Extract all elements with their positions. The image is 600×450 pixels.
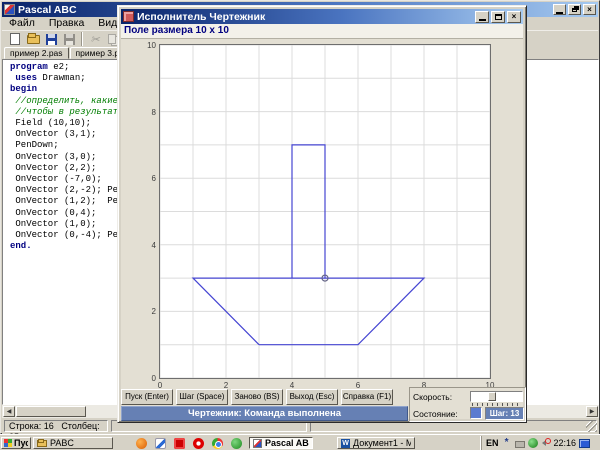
minimize-button[interactable]: [553, 4, 566, 15]
pabc-folder-label: PABC: [50, 438, 74, 448]
speed-state-group: Скорость: Состояние: Шаг: 13: [409, 387, 526, 422]
opera-icon[interactable]: [193, 438, 204, 449]
drawer-maximize-button[interactable]: [491, 11, 505, 23]
volume-muted-icon[interactable]: [541, 438, 551, 448]
y-tick-label: 6: [130, 174, 156, 183]
field-caption: Поле размера 10 x 10: [121, 24, 523, 39]
pascal-abc-icon: [4, 4, 15, 15]
folder-icon: [37, 440, 47, 447]
state-color-box: [470, 407, 482, 419]
chrome-icon[interactable]: [212, 438, 223, 449]
toolbar-separator: [81, 32, 83, 46]
speed-label: Скорость:: [413, 392, 452, 402]
system-tray: EN * 22:16: [481, 436, 600, 450]
state-label: Состояние:: [413, 409, 458, 419]
run-button[interactable]: Пуск (Enter): [121, 389, 173, 405]
close-button[interactable]: ×: [583, 4, 596, 15]
help-button[interactable]: Справка (F1): [341, 389, 393, 405]
y-tick-label: 4: [130, 241, 156, 250]
task-pascal-abc[interactable]: Pascal ABC: [249, 437, 313, 449]
restore-button[interactable]: [568, 4, 581, 15]
y-tick-label: 8: [130, 108, 156, 117]
slider-thumb[interactable]: [488, 392, 496, 401]
plot-area: [159, 44, 491, 379]
drawer-window: Исполнитель Чертежник × Поле размера 10 …: [117, 5, 527, 423]
new-file-icon[interactable]: [6, 31, 24, 47]
task-word-document[interactable]: W Документ1 - Microsoft ...: [337, 437, 415, 449]
drawer-minimize-button[interactable]: [475, 11, 489, 23]
start-label: Пуск: [14, 438, 28, 448]
resize-grip[interactable]: [586, 421, 597, 432]
main-window-title: Pascal ABC: [18, 4, 77, 16]
menu-file[interactable]: Файл: [2, 17, 42, 30]
clock: 22:16: [554, 438, 577, 448]
y-tick-label: 0: [130, 374, 156, 383]
start-button[interactable]: Пуск: [1, 437, 31, 449]
slider-ticks: [472, 403, 521, 406]
menu-edit[interactable]: Правка: [42, 17, 91, 30]
windows-flag-icon: [4, 439, 12, 447]
step-counter: Шаг: 13: [485, 407, 524, 420]
pascal-abc-icon: [253, 439, 262, 448]
speed-slider[interactable]: [470, 391, 523, 402]
network-icon[interactable]: [579, 439, 590, 448]
taskbar: Пуск PABC Pascal ABC W Документ1 - Micro…: [0, 434, 600, 450]
status-position-panel: Строка: 16 Столбец: 25: [4, 420, 108, 432]
task-word-label: Документ1 - Microsoft ...: [353, 438, 411, 448]
green-dot-icon[interactable]: [528, 438, 538, 448]
step-button[interactable]: Шаг (Space): [176, 389, 228, 405]
save-icon[interactable]: [42, 31, 60, 47]
drawer-window-title: Исполнитель Чертежник: [137, 11, 265, 23]
language-indicator[interactable]: EN: [486, 438, 499, 448]
open-folder-icon[interactable]: [24, 31, 42, 47]
drawer-status-message: Чертежник: Команда выполнена: [121, 406, 408, 421]
asterisk-icon[interactable]: *: [502, 438, 512, 448]
word-icon: W: [341, 439, 350, 448]
notes-icon[interactable]: [155, 438, 166, 449]
task-pascal-abc-label: Pascal ABC: [265, 438, 309, 448]
exit-button[interactable]: Выход (Esc): [286, 389, 338, 405]
drawer-client-area: 02468100246810 Пуск (Enter) Шаг (Space) …: [121, 39, 523, 419]
orange-ball-icon[interactable]: [136, 438, 147, 449]
printer-icon[interactable]: [515, 441, 525, 448]
scrollbar-thumb[interactable]: [16, 406, 86, 417]
pabc-folder-button[interactable]: PABC: [33, 437, 113, 449]
green-ball-icon[interactable]: [231, 438, 242, 449]
restart-button[interactable]: Заново (BS): [231, 389, 283, 405]
scroll-left-icon[interactable]: ◀: [3, 406, 15, 417]
status-line: Строка: 16: [9, 421, 54, 431]
pdf-icon[interactable]: [174, 438, 185, 449]
drawer-icon: [123, 11, 134, 22]
tab-primer2[interactable]: пример 2.pas: [4, 47, 69, 59]
scroll-right-icon[interactable]: ▶: [586, 406, 598, 417]
y-tick-label: 2: [130, 307, 156, 316]
cut-icon[interactable]: ✂: [86, 31, 104, 47]
drawer-titlebar[interactable]: Исполнитель Чертежник ×: [121, 9, 523, 24]
drawer-close-button[interactable]: ×: [507, 11, 521, 23]
y-tick-label: 10: [130, 41, 156, 50]
save-all-icon[interactable]: [60, 31, 78, 47]
